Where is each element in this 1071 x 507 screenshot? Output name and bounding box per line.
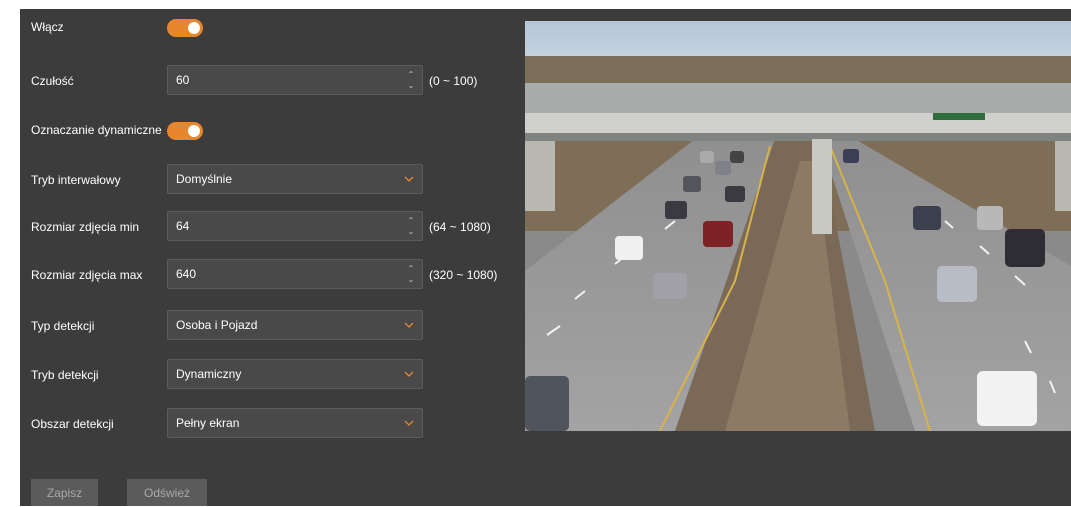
max-size-row: Rozmiar zdjęcia max ⌃ ⌄ (320 ~ 1080) bbox=[20, 259, 520, 291]
detection-area-row: Obszar detekcji Pełny ekran bbox=[20, 408, 520, 440]
settings-panel: Włącz Czułość ⌃ ⌄ (0 ~ 100) Oznaczanie d… bbox=[20, 9, 1071, 506]
max-size-range: (320 ~ 1080) bbox=[429, 268, 498, 282]
sensitivity-stepper: ⌃ ⌄ bbox=[167, 65, 423, 95]
min-size-range: (64 ~ 1080) bbox=[429, 220, 491, 234]
detection-area-label: Obszar detekcji bbox=[31, 417, 114, 431]
spin-up-icon[interactable]: ⌃ bbox=[406, 216, 416, 226]
refresh-button[interactable]: Odśwież bbox=[127, 479, 207, 506]
spin-up-icon[interactable]: ⌃ bbox=[406, 70, 416, 80]
detection-mode-value: Dynamiczny bbox=[176, 367, 242, 381]
detection-mode-row: Tryb detekcji Dynamiczny bbox=[20, 359, 520, 391]
chevron-down-icon bbox=[404, 420, 414, 426]
max-size-input[interactable] bbox=[168, 260, 396, 288]
sensitivity-row: Czułość ⌃ ⌄ (0 ~ 100) bbox=[20, 65, 520, 97]
spin-arrows-icon[interactable]: ⌃ ⌄ bbox=[406, 264, 416, 286]
dynamic-marking-label: Oznaczanie dynamiczne bbox=[31, 123, 162, 137]
chevron-down-icon bbox=[404, 176, 414, 182]
detection-mode-select[interactable]: Dynamiczny bbox=[167, 359, 423, 389]
highway-scene-image bbox=[525, 21, 1071, 431]
spin-arrows-icon[interactable]: ⌃ ⌄ bbox=[406, 216, 416, 238]
max-size-label: Rozmiar zdjęcia max bbox=[31, 268, 143, 282]
detection-area-select[interactable]: Pełny ekran bbox=[167, 408, 423, 438]
interval-mode-value: Domyślnie bbox=[176, 172, 233, 186]
save-button[interactable]: Zapisz bbox=[31, 479, 98, 506]
min-size-label: Rozmiar zdjęcia min bbox=[31, 220, 140, 234]
toggle-knob bbox=[188, 125, 200, 137]
detection-type-row: Typ detekcji Osoba i Pojazd bbox=[20, 310, 520, 342]
min-size-row: Rozmiar zdjęcia min ⌃ ⌄ (64 ~ 1080) bbox=[20, 211, 520, 243]
interval-mode-row: Tryb interwałowy Domyślnie bbox=[20, 164, 520, 196]
detection-mode-label: Tryb detekcji bbox=[31, 368, 99, 382]
spin-arrows-icon[interactable]: ⌃ ⌄ bbox=[406, 70, 416, 92]
spin-down-icon[interactable]: ⌄ bbox=[406, 275, 416, 285]
chevron-down-icon bbox=[404, 371, 414, 377]
detection-type-label: Typ detekcji bbox=[31, 319, 95, 333]
detection-type-select[interactable]: Osoba i Pojazd bbox=[167, 310, 423, 340]
detection-type-value: Osoba i Pojazd bbox=[176, 318, 258, 332]
sensitivity-label: Czułość bbox=[31, 74, 74, 88]
sensitivity-input[interactable] bbox=[168, 66, 396, 94]
sensitivity-range: (0 ~ 100) bbox=[429, 74, 478, 88]
toggle-knob bbox=[188, 22, 200, 34]
enable-row: Włącz bbox=[20, 11, 520, 43]
detection-area-value: Pełny ekran bbox=[176, 416, 240, 430]
min-size-input[interactable] bbox=[168, 212, 396, 240]
chevron-down-icon bbox=[404, 322, 414, 328]
enable-label: Włącz bbox=[31, 20, 64, 34]
max-size-stepper: ⌃ ⌄ bbox=[167, 259, 423, 289]
enable-toggle[interactable] bbox=[167, 19, 203, 37]
dynamic-marking-row: Oznaczanie dynamiczne bbox=[20, 114, 520, 146]
spin-up-icon[interactable]: ⌃ bbox=[406, 264, 416, 274]
dynamic-marking-toggle[interactable] bbox=[167, 122, 203, 140]
spin-down-icon[interactable]: ⌄ bbox=[406, 81, 416, 91]
interval-mode-label: Tryb interwałowy bbox=[31, 173, 121, 187]
camera-preview[interactable] bbox=[525, 21, 1071, 431]
min-size-stepper: ⌃ ⌄ bbox=[167, 211, 423, 241]
spin-down-icon[interactable]: ⌄ bbox=[406, 227, 416, 237]
interval-mode-select[interactable]: Domyślnie bbox=[167, 164, 423, 194]
